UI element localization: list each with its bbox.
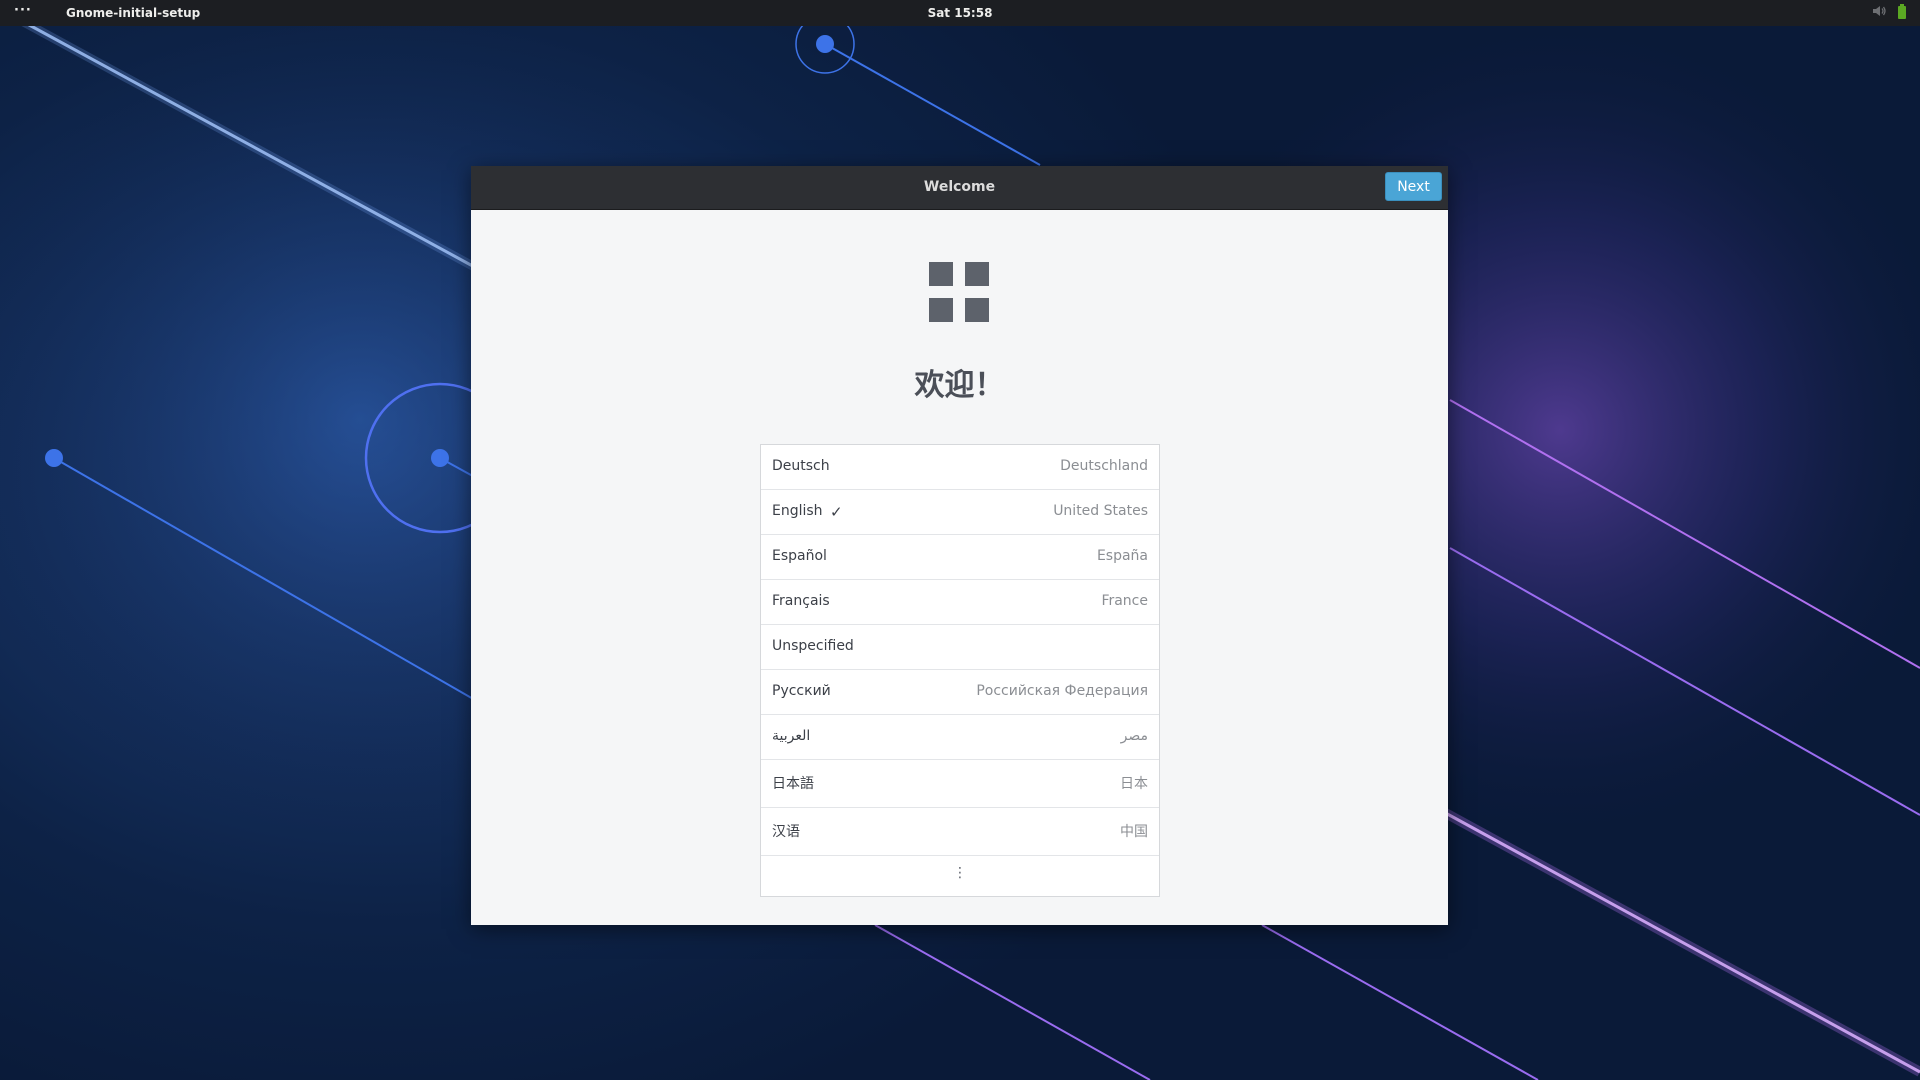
logo-square (965, 298, 989, 322)
view-more-icon: ⋮ (953, 865, 967, 881)
headerbar: Welcome Next (471, 166, 1448, 210)
language-row[interactable]: Unspecified (761, 625, 1159, 670)
logo-square (929, 298, 953, 322)
speaker-icon (1872, 4, 1886, 21)
language-name: Unspecified (772, 638, 854, 654)
top-panel: ··· Gnome-initial-setup Sat 15:58 (0, 0, 1920, 26)
language-row-selected[interactable]: English ✓ United States (761, 490, 1159, 535)
battery-icon (1898, 4, 1906, 19)
window-title: Welcome (923, 179, 996, 195)
initial-setup-window: Welcome Next 欢迎！ Deutsch Deutschland Eng… (471, 166, 1448, 925)
language-name: 日本語 (772, 776, 814, 792)
logo-square (965, 262, 989, 286)
language-region: Российская Федерация (976, 683, 1148, 699)
language-name: Русский (772, 683, 831, 699)
clock[interactable]: Sat 15:58 (0, 6, 1920, 20)
next-button[interactable]: Next (1385, 172, 1442, 201)
language-name: Français (772, 593, 830, 609)
language-row[interactable]: 日本語 日本 (761, 760, 1159, 808)
language-region: 中国 (1120, 824, 1148, 840)
language-region: مصر (1120, 728, 1148, 744)
language-name: Deutsch (772, 458, 830, 474)
language-row[interactable]: Русский Российская Федерация (761, 670, 1159, 715)
welcome-heading: 欢迎！ (914, 368, 1005, 403)
language-row[interactable]: Español España (761, 535, 1159, 580)
language-row[interactable]: 汉语 中国 (761, 808, 1159, 856)
language-name: العربية (772, 728, 811, 744)
language-region: 日本 (1120, 776, 1148, 792)
language-region: España (1096, 548, 1148, 564)
logo-square (929, 262, 953, 286)
distribution-logo-icon (929, 262, 989, 322)
language-row[interactable]: Français France (761, 580, 1159, 625)
language-row[interactable]: العربية مصر (761, 715, 1159, 760)
system-status-area[interactable] (1872, 4, 1906, 21)
checkmark-icon: ✓ (830, 503, 843, 521)
more-languages-button[interactable]: ⋮ (761, 856, 1159, 896)
language-row[interactable]: Deutsch Deutschland (761, 445, 1159, 490)
language-region: France (1101, 593, 1148, 609)
language-list: Deutsch Deutschland English ✓ United Sta… (760, 444, 1160, 897)
language-region: United States (1053, 503, 1148, 519)
language-name: 汉语 (772, 824, 800, 840)
language-name: Español (772, 548, 827, 564)
language-region: Deutschland (1060, 458, 1148, 474)
language-name: English (772, 503, 823, 519)
